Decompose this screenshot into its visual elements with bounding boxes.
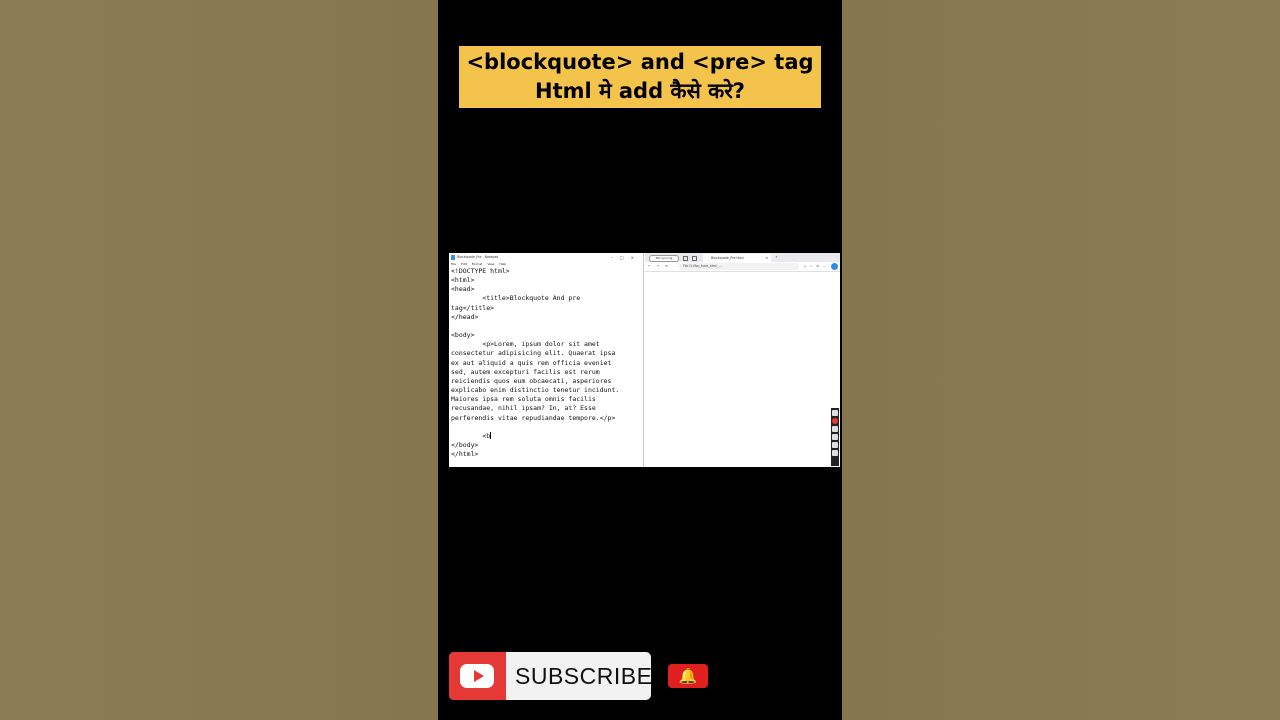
code-line: </body> [451,440,479,449]
notepad-titlebar: Blockquote_Pre - Notepad –□× [449,253,643,262]
video-title-banner: <blockquote> and <pre> tag Html मे add क… [459,46,821,108]
copilot-icon[interactable] [831,263,838,270]
code-line: <head> [451,285,475,294]
menu-format[interactable]: Format [472,262,483,266]
notification-bell-button[interactable]: 🔔 [668,664,708,688]
code-line: <html> [451,276,475,285]
code-line: <!DOCTYPE html> [451,267,510,275]
play-triangle [474,670,484,682]
tab-actions-icon[interactable] [683,256,688,261]
browser-tabbar: Not syncing Blockquote_Pre.html × + [645,253,840,262]
url-scheme: File [683,264,689,268]
code-line: tag</title> [451,303,495,312]
notepad-window: Blockquote_Pre - Notepad –□× File Edit F… [449,253,644,467]
window-controls[interactable]: –□× [611,253,641,262]
title-line-2: Html मे add कैसे करे? [535,79,745,103]
code-line: consectetur adipisicing elit. Quaerat ip… [451,349,616,358]
notepad-editor[interactable]: <!DOCTYPE html> <html> <head> <title>Block… [449,267,643,459]
code-line: Maiores ipsa rem soluta omnis facilis [451,395,596,404]
new-tab-icon[interactable]: + [775,253,778,262]
browser-tab[interactable]: Blockquote_Pre.html × [703,254,771,262]
browser-toolbar: ←→⟳ File D:/You_tube_html_... ▯☆⧉… [645,262,840,272]
tab-title: Blockquote_Pre.html [711,256,744,260]
code-line: <title>Blockquote And pre [451,294,581,303]
subscribe-button[interactable]: SUBSCRIBE [449,652,651,700]
navigation-icons[interactable]: ←→⟳ [648,262,674,271]
menu-file[interactable]: File [451,262,456,266]
workspaces-icon[interactable] [692,256,697,261]
menu-view[interactable]: View [487,262,494,266]
background-right [842,0,1280,720]
code-line: <body> [451,331,475,340]
title-line-1: <blockquote> and <pre> tag [466,50,814,74]
code-line: recusandae, nihil ipsam? In, at? Esse [451,404,596,413]
code-line: explicabo enim distinctio tenetur incidu… [451,386,620,395]
url-text: D:/You_tube_html_... [689,264,722,268]
settings-icon[interactable] [832,442,838,448]
code-line: ex aut aliquid a quis rem officia evenie… [451,358,612,367]
code-line: sed, autem excepturi facilis est rerum [451,367,600,376]
code-line: reiciendis quos eum obcaecati, asperiore… [451,376,612,385]
browser-window: Not syncing Blockquote_Pre.html × + ←→⟳ … [645,253,840,467]
profile-button[interactable]: Not syncing [649,255,679,262]
code-line: <p>Lorem, ipsum dolor sit amet [451,340,600,349]
camera-icon[interactable] [832,410,838,416]
pen-icon[interactable] [832,426,838,432]
notepad-title: Blockquote_Pre - Notepad [457,255,499,259]
youtube-logo [449,652,506,700]
record-icon[interactable] [832,418,838,424]
chat-icon[interactable] [832,450,838,456]
background-left [0,0,438,720]
desktop-screenshot: Blockquote_Pre - Notepad –□× File Edit F… [449,253,840,467]
code-line: perferendis vitae repudiandae tempore.</… [451,413,616,422]
screen-recorder-toolbar [831,408,839,466]
toolbar-icons[interactable]: ▯☆⧉… [804,262,830,271]
menu-help[interactable]: Help [499,262,506,266]
text-caret [490,431,492,439]
subscribe-label: SUBSCRIBE [515,663,651,689]
address-bar[interactable]: File D:/You_tube_html_... [679,263,799,270]
notepad-icon [451,255,455,260]
code-line: <b [451,431,492,440]
menu-edit[interactable]: Edit [461,262,467,266]
code-line: </head> [451,312,479,321]
bell-icon: 🔔 [678,667,698,685]
code-line: </html> [451,450,479,459]
pointer-icon[interactable] [832,434,838,440]
